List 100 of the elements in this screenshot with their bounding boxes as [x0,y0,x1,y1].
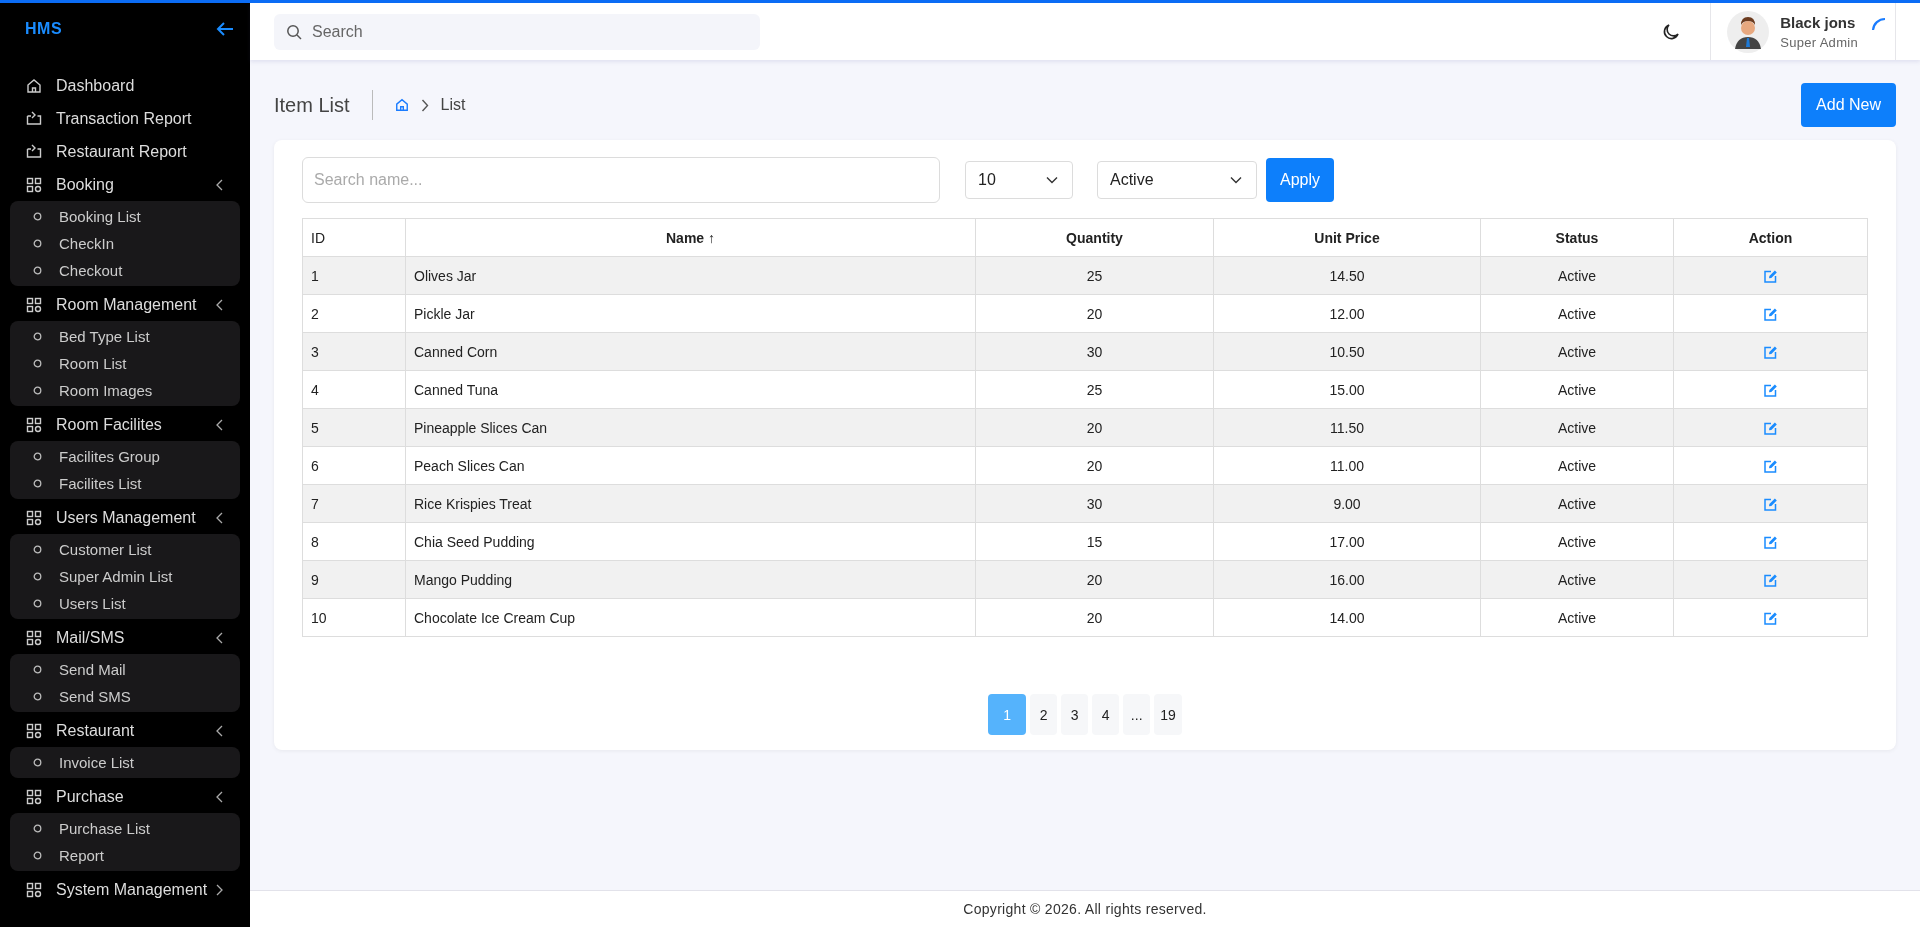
grid-icon [26,881,42,898]
search-field[interactable]: Search [274,13,760,50]
copyright-text: Copyright © 2026. All rights reserved. [963,901,1207,917]
table-cell: 20 [975,408,1214,447]
table-cell: Active [1480,598,1674,637]
table-cell: Active [1480,446,1674,485]
nav-item[interactable]: System Management [0,873,250,906]
table-cell: 2 [302,294,406,333]
circle-icon [33,452,42,461]
table-cell: Canned Tuna [405,370,976,409]
edit-icon[interactable] [1764,270,1777,284]
chevron-icon [216,790,224,803]
nav-item[interactable]: Transaction Report [0,102,250,135]
table-cell: Chocolate Ice Cream Cup [405,598,976,637]
submenu-item[interactable]: Users List [10,590,240,617]
loading-spinner-icon [1871,16,1887,32]
table-cell: Active [1480,560,1674,599]
edit-icon[interactable] [1764,346,1777,360]
chevron-right-icon [420,98,429,112]
edit-icon[interactable] [1764,308,1777,322]
per-page-dropdown[interactable]: 10 [965,161,1073,199]
submenu-item[interactable]: Send SMS [10,683,240,710]
table-cell: 20 [975,446,1214,485]
apply-button[interactable]: Apply [1266,158,1335,202]
table-cell: Active [1480,370,1674,409]
table-cell: 15 [975,522,1214,561]
app-logo[interactable]: HMS [25,20,63,38]
page-button[interactable]: 4 [1092,694,1120,735]
table-cell: Active [1480,332,1674,371]
grid-icon [26,296,42,313]
column-header: Action [1673,218,1868,257]
chevron-icon [216,298,224,311]
edit-icon[interactable] [1764,460,1777,474]
table-cell: 9.00 [1213,484,1481,523]
nav-item[interactable]: Dashboard [0,69,250,102]
grid-icon [26,629,42,646]
edit-icon[interactable] [1764,574,1777,588]
submenu-item[interactable]: Customer List [10,536,240,563]
submenu-item[interactable]: Bed Type List [10,323,240,350]
page-button[interactable]: 19 [1154,694,1182,735]
submenu-item[interactable]: Facilites List [10,470,240,497]
nav-item[interactable]: Room Facilites [0,408,250,441]
submenu-item[interactable]: Room Images [10,377,240,404]
table-cell: Peach Slices Can [405,446,976,485]
grid-icon [26,176,42,193]
chevron-down-icon [1046,176,1058,184]
submenu-item[interactable]: Room List [10,350,240,377]
table-cell: 6 [302,446,406,485]
column-header[interactable]: Name ↑ [405,218,976,257]
submenu-item[interactable]: Invoice List [10,749,240,776]
nav-item[interactable]: Users Management [0,501,250,534]
edit-icon[interactable] [1764,498,1777,512]
nav-item[interactable]: Restaurant Report [0,135,250,168]
table-cell: 20 [975,294,1214,333]
nav-item[interactable]: Booking [0,168,250,201]
moon-icon[interactable] [1662,22,1681,41]
arrow-left-icon[interactable] [216,21,234,37]
nav-item[interactable]: Purchase [0,780,250,813]
edit-icon[interactable] [1764,422,1777,436]
submenu-item[interactable]: Facilites Group [10,443,240,470]
column-header: Status [1480,218,1674,257]
circle-icon [33,692,42,701]
table-cell: 17.00 [1213,522,1481,561]
nav-item[interactable]: Mail/SMS [0,621,250,654]
table-cell: Active [1480,408,1674,447]
chevron-icon [216,511,224,524]
page-button[interactable]: 3 [1061,694,1089,735]
table-cell: Pickle Jar [405,294,976,333]
submenu-item[interactable]: Purchase List [10,815,240,842]
table-cell: 25 [975,256,1214,295]
submenu-item[interactable]: Checkout [10,257,240,284]
edit-icon[interactable] [1764,612,1777,626]
submenu-item[interactable]: Report [10,842,240,869]
table-cell: 10.50 [1213,332,1481,371]
table-cell: 11.00 [1213,446,1481,485]
table-cell: 1 [302,256,406,295]
submenu-item[interactable]: Super Admin List [10,563,240,590]
table-cell: 30 [975,484,1214,523]
nav-item[interactable]: Room Management [0,288,250,321]
page-button[interactable]: 2 [1030,694,1058,735]
table-cell: 12.00 [1213,294,1481,333]
edit-icon[interactable] [1764,536,1777,550]
circle-icon [33,212,42,221]
edit-icon[interactable] [1764,384,1777,398]
table-cell: Canned Corn [405,332,976,371]
nav-item[interactable]: Restaurant [0,714,250,747]
avatar-icon[interactable] [1727,10,1770,53]
home-icon[interactable] [394,98,409,112]
status-dropdown[interactable]: Active [1097,161,1257,199]
table-cell: Olives Jar [405,256,976,295]
submenu-item[interactable]: CheckIn [10,230,240,257]
breadcrumb-item: List [440,96,466,114]
search-name-field[interactable]: Search name... [302,157,940,203]
table-cell: 14.50 [1213,256,1481,295]
add-new-button[interactable]: Add New [1801,83,1896,127]
submenu-item[interactable]: Booking List [10,203,240,230]
grid-icon [26,416,42,433]
submenu-item[interactable]: Send Mail [10,656,240,683]
table-cell: Chia Seed Pudding [405,522,976,561]
page-button[interactable]: ... [1123,694,1151,735]
